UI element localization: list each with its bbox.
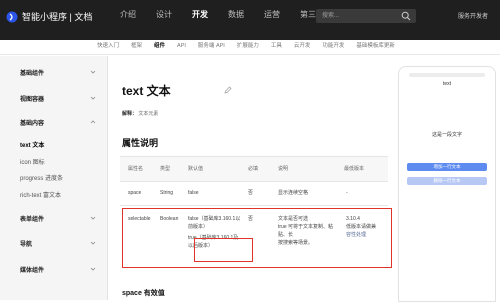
edit-icon[interactable] [224,86,232,94]
sidebar-item-text[interactable]: text 文本 [20,140,44,149]
highlight-default-box [194,238,253,262]
chevron-up-icon[interactable] [90,119,96,125]
col-desc: 说明 [278,166,289,172]
table-header: 属性名 类型 默认值 必填 说明 最低版本 [120,157,388,182]
subnav-framework[interactable]: 框架 [131,41,142,52]
breadcrumb: 解释： 文本元素 [122,110,158,117]
next-section-title: space 有效值 [122,290,165,297]
sidebar-item-view-containers[interactable]: 视图容器 [20,94,44,103]
cell-default: false [188,190,199,196]
subnav-server-api[interactable]: 服务端 API [198,41,225,52]
header-right-link[interactable]: 服务开发者 [458,11,488,20]
search-placeholder: 搜索... [322,13,340,19]
sidebar: 基础组件 视图容器 基础内容 text 文本 icon 图标 progress … [0,56,108,300]
phone-text: 这是一段文字 [431,132,462,138]
col-version: 最低版本 [344,166,365,172]
nav-operate[interactable]: 运营 [264,9,280,21]
add-line-button[interactable]: 增加一行文本 [407,163,487,171]
subnav-features[interactable]: 功能开发 [322,41,344,52]
nav-develop[interactable]: 开发 [192,9,208,21]
logo[interactable]: 智能小程序 | 文档 [6,10,92,23]
sidebar-item-navigation[interactable]: 导航 [20,239,32,248]
subnav-cloud[interactable]: 云开发 [294,41,311,52]
sidebar-item-form-components[interactable]: 表单组件 [20,214,44,223]
remove-line-button[interactable]: 删除一行文本 [407,177,487,185]
logo-icon [6,11,18,22]
subnav-quickstart[interactable]: 快速入门 [97,41,119,52]
section-title: 属性说明 [122,138,159,148]
top-navbar: 智能小程序 | 文档 介绍 设计 开发 数据 运营 第三方平台 社区 搜索...… [0,0,500,40]
logo-title: 智能小程序 | 文档 [22,12,93,22]
col-default: 默认值 [188,166,204,172]
sidebar-item-media-components[interactable]: 媒体组件 [20,265,44,274]
col-name: 属性名 [128,166,144,172]
phone-preview: text 这是一段文字 增加一行文本 删除一行文本 [398,66,496,302]
subnav-tools[interactable]: 工具 [271,41,282,52]
sidebar-item-basic-components[interactable]: 基础组件 [20,68,44,77]
sidebar-item-basic-content[interactable]: 基础内容 [20,118,44,127]
chevron-down-icon[interactable] [90,266,96,272]
breadcrumb-label: 解释： [122,111,138,117]
phone-title: text [442,81,452,87]
sub-nav: 快速入门 框架 组件 API 服务端 API 扩展能力 工具 云开发 功能开发 … [0,40,500,55]
nav-data[interactable]: 数据 [228,9,244,21]
cell-required: 否 [248,190,254,196]
phone-status-bar [409,73,485,77]
cell-desc: 显示连续空格 [278,190,309,196]
chevron-down-icon[interactable] [90,240,96,246]
subnav-components[interactable]: 组件 [154,41,165,52]
chevron-down-icon[interactable] [90,95,96,101]
chevron-down-icon[interactable] [90,215,96,221]
subnav-templates[interactable]: 基础模板库更新 [356,41,395,52]
nav-intro[interactable]: 介绍 [120,9,136,21]
attributes-table: 属性名 类型 默认值 必填 说明 最低版本 space String false… [120,156,392,268]
sidebar-item-icon[interactable]: icon 图标 [20,157,45,166]
col-required: 必填 [248,166,259,172]
subnav-api[interactable]: API [177,41,186,52]
search-input[interactable]: 搜索... [316,9,416,23]
search-icon[interactable] [401,11,411,21]
page-title: text 文本 [122,84,171,98]
chevron-down-icon[interactable] [90,69,96,75]
table-row: space String false 否 显示连续空格 - [120,181,388,206]
sidebar-item-progress[interactable]: progress 进度条 [20,173,63,182]
main-content: text 文本 解释： 文本元素 属性说明 属性名 类型 默认值 必填 说明 最… [108,56,392,300]
sidebar-item-rich-text[interactable]: rich-text 富文本 [20,190,61,199]
nav-design[interactable]: 设计 [156,9,172,21]
col-type: 类型 [160,166,171,172]
cell-version: - [346,190,348,196]
subnav-extensions[interactable]: 扩展能力 [237,41,259,52]
cell-type: String [160,190,174,196]
highlight-row-box [122,208,392,268]
breadcrumb-value: 文本元素 [138,111,159,117]
cell-name: space [128,190,142,196]
